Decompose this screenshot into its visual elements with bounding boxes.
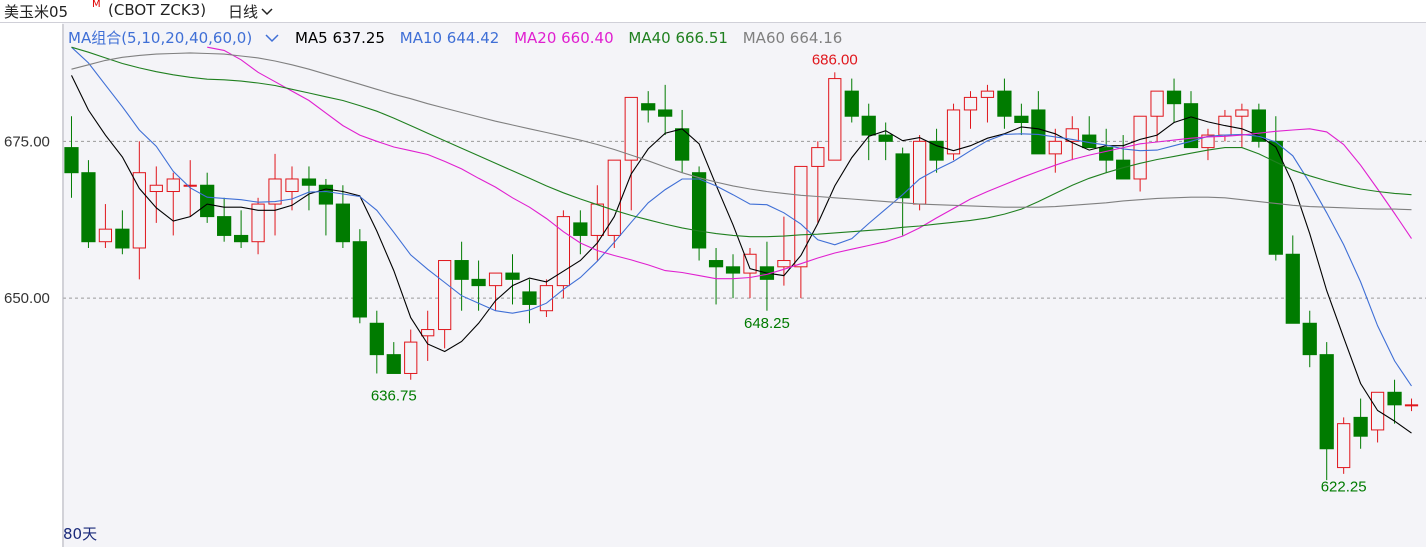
candle-body-down [641, 103, 656, 111]
candle-body-up [98, 228, 113, 243]
candle-body-down [81, 172, 96, 243]
candle-body-down [1014, 115, 1029, 124]
candle-body-up [912, 140, 927, 205]
candle-body-up [1048, 140, 1062, 155]
ma-legend: MA组合(5,10,20,40,60,0) MA5 637.25 MA10 64… [68, 27, 852, 48]
candle-body-up [421, 329, 435, 337]
ma-line-ma5 [71, 75, 1412, 434]
candle-body-down [1387, 391, 1402, 406]
candle-body-down [929, 140, 944, 161]
candle-body-up [1150, 90, 1164, 117]
chevron-down-icon [265, 34, 279, 43]
candle-body-down [1166, 90, 1182, 105]
candle-body-down [115, 228, 130, 249]
candle-body-down [1031, 109, 1046, 155]
candle-body-down [658, 109, 673, 117]
candle-body-up [438, 260, 452, 331]
candle-body-down [454, 260, 469, 280]
ma-group-label: MA组合(5,10,20,40,60,0) [68, 29, 253, 47]
candle-body-down [369, 322, 384, 356]
candle-body-up [149, 184, 163, 193]
ma-line-ma10 [71, 46, 1412, 387]
candle-body-down [708, 260, 724, 268]
legend-ma20: MA20 660.40 [514, 29, 614, 47]
candle-body-up [268, 178, 282, 205]
candle-body-down [200, 184, 215, 218]
candle-body-up [777, 260, 791, 268]
legend-ma5: MA5 637.25 [294, 29, 385, 47]
candle-body-up [166, 178, 180, 193]
candle-body-down [352, 241, 367, 318]
candle-body-up [963, 96, 978, 111]
candle-body-down [725, 266, 741, 274]
candle-body-up [811, 147, 825, 167]
ma-group-selector[interactable]: MA组合(5,10,20,40,60,0) [68, 29, 280, 47]
price-annotation: 636.75 [371, 387, 417, 404]
days-label: 80天 [63, 525, 98, 543]
candle-body-down [1302, 322, 1317, 356]
ma-line-ma20 [207, 46, 1412, 280]
candle-body-up [1404, 404, 1419, 407]
candle-body-up [946, 109, 961, 155]
candle-body-up [539, 285, 554, 312]
y-tick-label: 650.00 [4, 290, 50, 307]
candle-body-down [505, 272, 520, 280]
price-annotation: 648.25 [744, 315, 790, 332]
candle-body-up [132, 172, 146, 249]
candle-body-down [1285, 253, 1300, 324]
candle-body-up [404, 341, 418, 374]
candle-body-up [1133, 115, 1147, 180]
legend-ma60: MA60 664.16 [742, 29, 843, 47]
candle-body-down [335, 203, 350, 243]
candle-body-up [624, 96, 638, 161]
candle-body-down [301, 178, 317, 186]
candle-body-up [980, 90, 995, 98]
candle-body-up [488, 272, 503, 287]
candle-body-up [1337, 423, 1351, 469]
price-annotation: 686.00 [812, 51, 858, 68]
legend-ma10: MA10 644.42 [399, 29, 500, 47]
candle-body-down [1099, 147, 1114, 161]
candle-body-down [217, 216, 232, 236]
candle-body-up [556, 216, 571, 287]
candle-body-up [285, 178, 299, 193]
y-tick-label: 675.00 [4, 133, 50, 150]
candle-body-down [1319, 354, 1334, 450]
candle-body-down [522, 291, 537, 305]
candle-body-up [828, 78, 842, 161]
candle-body-down [233, 234, 249, 243]
candle-body-up [590, 203, 604, 236]
candle-body-down [386, 354, 401, 374]
candlestick-chart[interactable]: 675.00 650.00 686.00 648.25 636.75 622.25 [0, 0, 1426, 547]
legend-ma40: MA40 666.51 [628, 29, 728, 47]
candle-body-down [997, 90, 1012, 117]
price-annotation: 622.25 [1321, 478, 1367, 495]
candle-body-up [794, 165, 808, 268]
candle-body-down [1268, 140, 1283, 255]
candle-body-up [183, 184, 197, 187]
candle-body-up [1235, 109, 1249, 117]
candle-body-down [1353, 416, 1368, 437]
candle-body-down [895, 153, 910, 199]
candle-body-down [844, 90, 859, 117]
candle-body-down [861, 115, 876, 136]
candle-body-down [318, 184, 334, 205]
candle-body-down [878, 134, 893, 142]
candle-body-down [691, 172, 707, 249]
candle-body-down [471, 278, 486, 287]
candle-body-down [64, 147, 79, 174]
candle-body-down [573, 222, 588, 236]
